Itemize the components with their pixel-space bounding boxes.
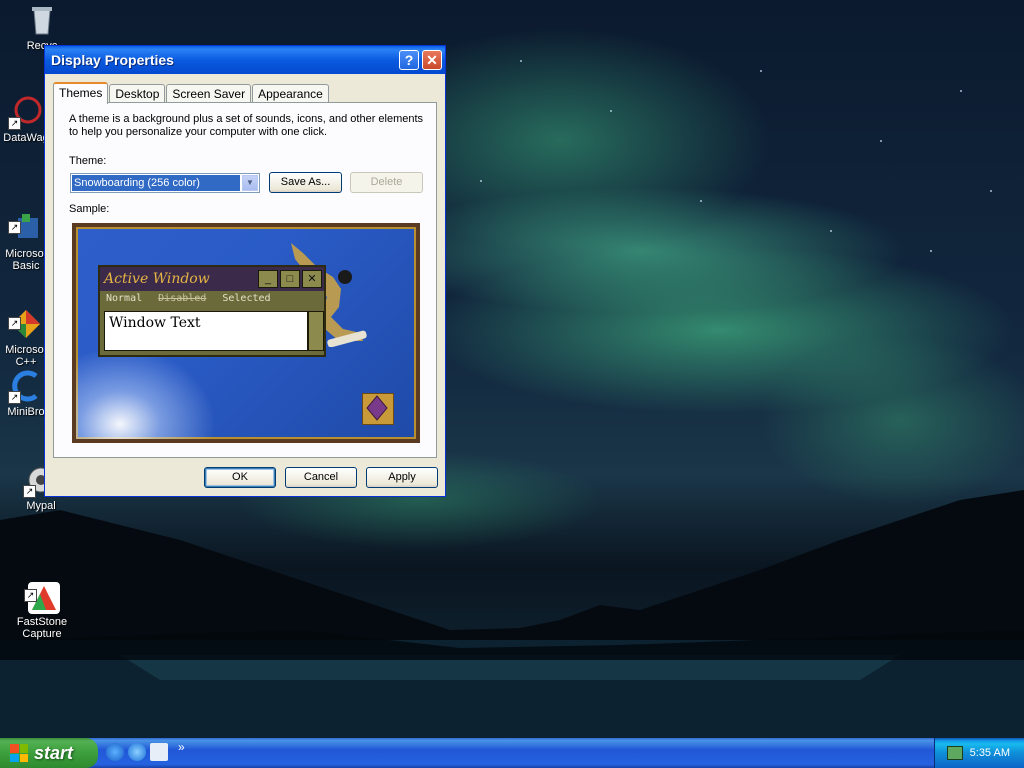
sample-scrollbar <box>308 311 324 351</box>
theme-select[interactable]: Snowboarding (256 color) ▼ <box>70 173 260 193</box>
quick-launch-more[interactable]: » <box>178 740 185 754</box>
theme-sample-preview: Active Window _ □ ✕ Normal Disabled Sele… <box>72 223 420 443</box>
desktop-icon-faststone[interactable]: ↗ FastStone Capture <box>2 556 82 652</box>
ms-cpp-icon: ↗ <box>8 296 42 338</box>
theme-description: A theme is a background plus a set of so… <box>69 113 424 138</box>
desktop-icon-label: FastStone Capture <box>16 616 68 640</box>
theme-select-value: Snowboarding (256 color) <box>72 175 240 191</box>
taskbar: start » 5:35 AM <box>0 738 1024 768</box>
notepad-icon[interactable] <box>150 743 168 761</box>
sample-label: Sample: <box>69 203 110 215</box>
faststone-icon: ↗ <box>24 568 60 614</box>
ms-basic-icon: ↗ <box>8 200 42 238</box>
internet-explorer-icon[interactable] <box>106 743 124 761</box>
datawag-icon: ↗ <box>8 96 42 130</box>
network-icon[interactable] <box>947 746 963 760</box>
cancel-button[interactable]: Cancel <box>285 467 357 488</box>
browser-icon[interactable] <box>128 743 146 761</box>
recycle-bin-icon <box>26 4 58 36</box>
minimize-icon: _ <box>258 270 278 288</box>
sample-active-window: Active Window _ □ ✕ Normal Disabled Sele… <box>98 265 326 357</box>
window-title: Display Properties <box>51 52 174 68</box>
start-label: start <box>34 742 74 763</box>
desktop-icon-label: Mypal <box>26 500 56 512</box>
system-tray: 5:35 AM <box>934 738 1024 768</box>
minibrowser-icon: ↗ <box>8 370 42 404</box>
close-button[interactable]: ✕ <box>422 50 442 70</box>
save-as-button[interactable]: Save As... <box>269 172 342 193</box>
display-properties-window: Display Properties ? ✕ Themes Desktop Sc… <box>44 45 446 497</box>
windows-logo-icon <box>10 744 28 762</box>
wallpaper-mountains <box>0 490 1024 740</box>
delete-button[interactable]: Delete <box>350 172 423 193</box>
ok-button[interactable]: OK <box>204 467 276 488</box>
tab-desktop[interactable]: Desktop <box>109 84 166 103</box>
chevron-down-icon[interactable]: ▼ <box>242 175 258 191</box>
maximize-icon: □ <box>280 270 300 288</box>
themes-panel: A theme is a background plus a set of so… <box>53 102 437 458</box>
start-button[interactable]: start <box>0 738 98 768</box>
theme-label: Theme: <box>69 155 107 167</box>
sample-menu-disabled: Disabled <box>158 293 207 304</box>
diamond-icon <box>362 393 394 425</box>
apply-button[interactable]: Apply <box>366 467 438 488</box>
sample-window-text: Window Text <box>104 311 308 351</box>
help-button[interactable]: ? <box>399 50 419 70</box>
sample-menu-normal: Normal <box>106 293 143 304</box>
sample-menu: Normal Disabled Selected <box>100 291 324 307</box>
sample-title: Active Window <box>104 271 210 287</box>
sample-menu-selected: Selected <box>222 293 271 304</box>
tab-themes[interactable]: Themes <box>53 82 109 104</box>
window-titlebar[interactable]: Display Properties ? ✕ <box>45 46 445 74</box>
clock[interactable]: 5:35 AM <box>970 738 1010 768</box>
tab-screen-saver[interactable]: Screen Saver <box>166 84 252 103</box>
sun-flare <box>76 347 216 439</box>
close-icon: ✕ <box>302 270 322 288</box>
tab-appearance[interactable]: Appearance <box>252 84 329 103</box>
sample-titlebar: Active Window _ □ ✕ <box>100 267 324 291</box>
tab-strip: Themes Desktop Screen Saver Appearance <box>53 82 330 104</box>
